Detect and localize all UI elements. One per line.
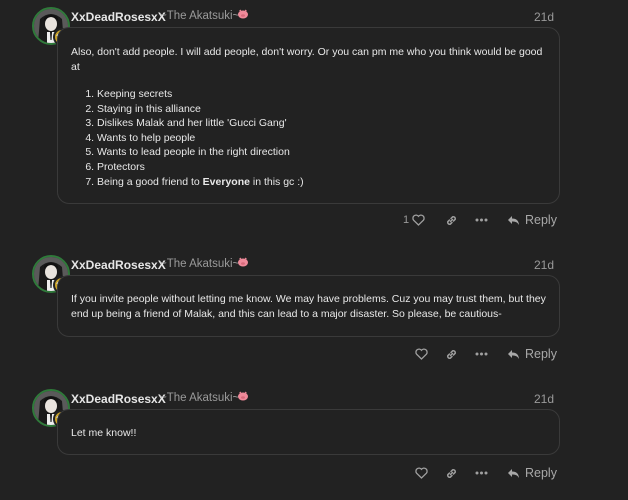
- reply-label: Reply: [525, 213, 557, 227]
- list-item: Dislikes Malak and her little 'Gucci Gan…: [97, 116, 546, 131]
- like-count: 1: [403, 214, 410, 226]
- list-item: Staying in this alliance: [97, 102, 546, 117]
- like-button[interactable]: [415, 344, 428, 364]
- post-content: Also, don't add people. I will add peopl…: [57, 27, 560, 204]
- link-icon: [447, 215, 456, 225]
- username[interactable]: XxDeadRosesxX: [71, 258, 166, 272]
- list-item: Being a good friend to Everyone in this …: [97, 175, 546, 190]
- post-actions: 1 Reply: [0, 210, 628, 230]
- like-button[interactable]: [415, 463, 428, 483]
- more-icon: [475, 471, 488, 475]
- user-title: ~The Akatsuki~: [160, 392, 240, 404]
- post-content: If you invite people without letting me …: [57, 275, 560, 337]
- list-item: Keeping secrets: [97, 87, 546, 102]
- post-body: If you invite people without letting me …: [71, 293, 546, 320]
- post-body: Let me know!!: [71, 427, 137, 439]
- pig-emoji-icon: [238, 391, 248, 401]
- reply-button[interactable]: Reply: [507, 344, 557, 364]
- reply-icon: [508, 215, 519, 225]
- post-date[interactable]: 21d: [534, 258, 554, 272]
- pig-emoji-icon: [238, 257, 248, 267]
- heart-icon: [412, 214, 425, 226]
- more-button[interactable]: [475, 344, 488, 364]
- link-icon: [447, 468, 456, 478]
- list-item-text: Being a good friend to: [97, 175, 203, 188]
- heart-icon: [415, 467, 428, 479]
- list-item: Wants to help people: [97, 131, 546, 146]
- reply-button[interactable]: Reply: [507, 463, 557, 483]
- post-intro: Also, don't add people. I will add peopl…: [71, 46, 543, 73]
- list-item: Protectors: [97, 160, 546, 175]
- post-actions: Reply: [0, 344, 628, 364]
- link-icon: [447, 349, 456, 359]
- post-date[interactable]: 21d: [534, 392, 554, 406]
- reply-button[interactable]: Reply: [507, 210, 557, 230]
- list-item-tail: in this gc :): [249, 175, 304, 188]
- share-link-button[interactable]: [445, 210, 458, 230]
- list-item: Wants to lead people in the right direct…: [97, 145, 546, 160]
- more-icon: [475, 218, 488, 222]
- username[interactable]: XxDeadRosesxX: [71, 392, 166, 406]
- reply-label: Reply: [525, 347, 557, 361]
- pig-emoji-icon: [238, 9, 248, 19]
- more-button[interactable]: [475, 210, 488, 230]
- reply-icon: [508, 349, 519, 359]
- more-button[interactable]: [475, 463, 488, 483]
- post-date[interactable]: 21d: [534, 10, 554, 24]
- post-content: Let me know!!: [57, 409, 560, 455]
- bold-word: Everyone: [202, 175, 250, 188]
- more-icon: [475, 352, 488, 356]
- user-title: ~The Akatsuki~: [160, 258, 240, 270]
- user-title: ~The Akatsuki~: [160, 10, 240, 22]
- post-actions: Reply: [0, 463, 628, 483]
- share-link-button[interactable]: [445, 344, 458, 364]
- heart-icon: [415, 348, 428, 360]
- criteria-list: Keeping secrets Staying in this alliance…: [71, 87, 546, 189]
- username[interactable]: XxDeadRosesxX: [71, 10, 166, 24]
- reply-label: Reply: [525, 466, 557, 480]
- like-button[interactable]: 1: [403, 210, 425, 230]
- share-link-button[interactable]: [445, 463, 458, 483]
- reply-icon: [508, 468, 519, 478]
